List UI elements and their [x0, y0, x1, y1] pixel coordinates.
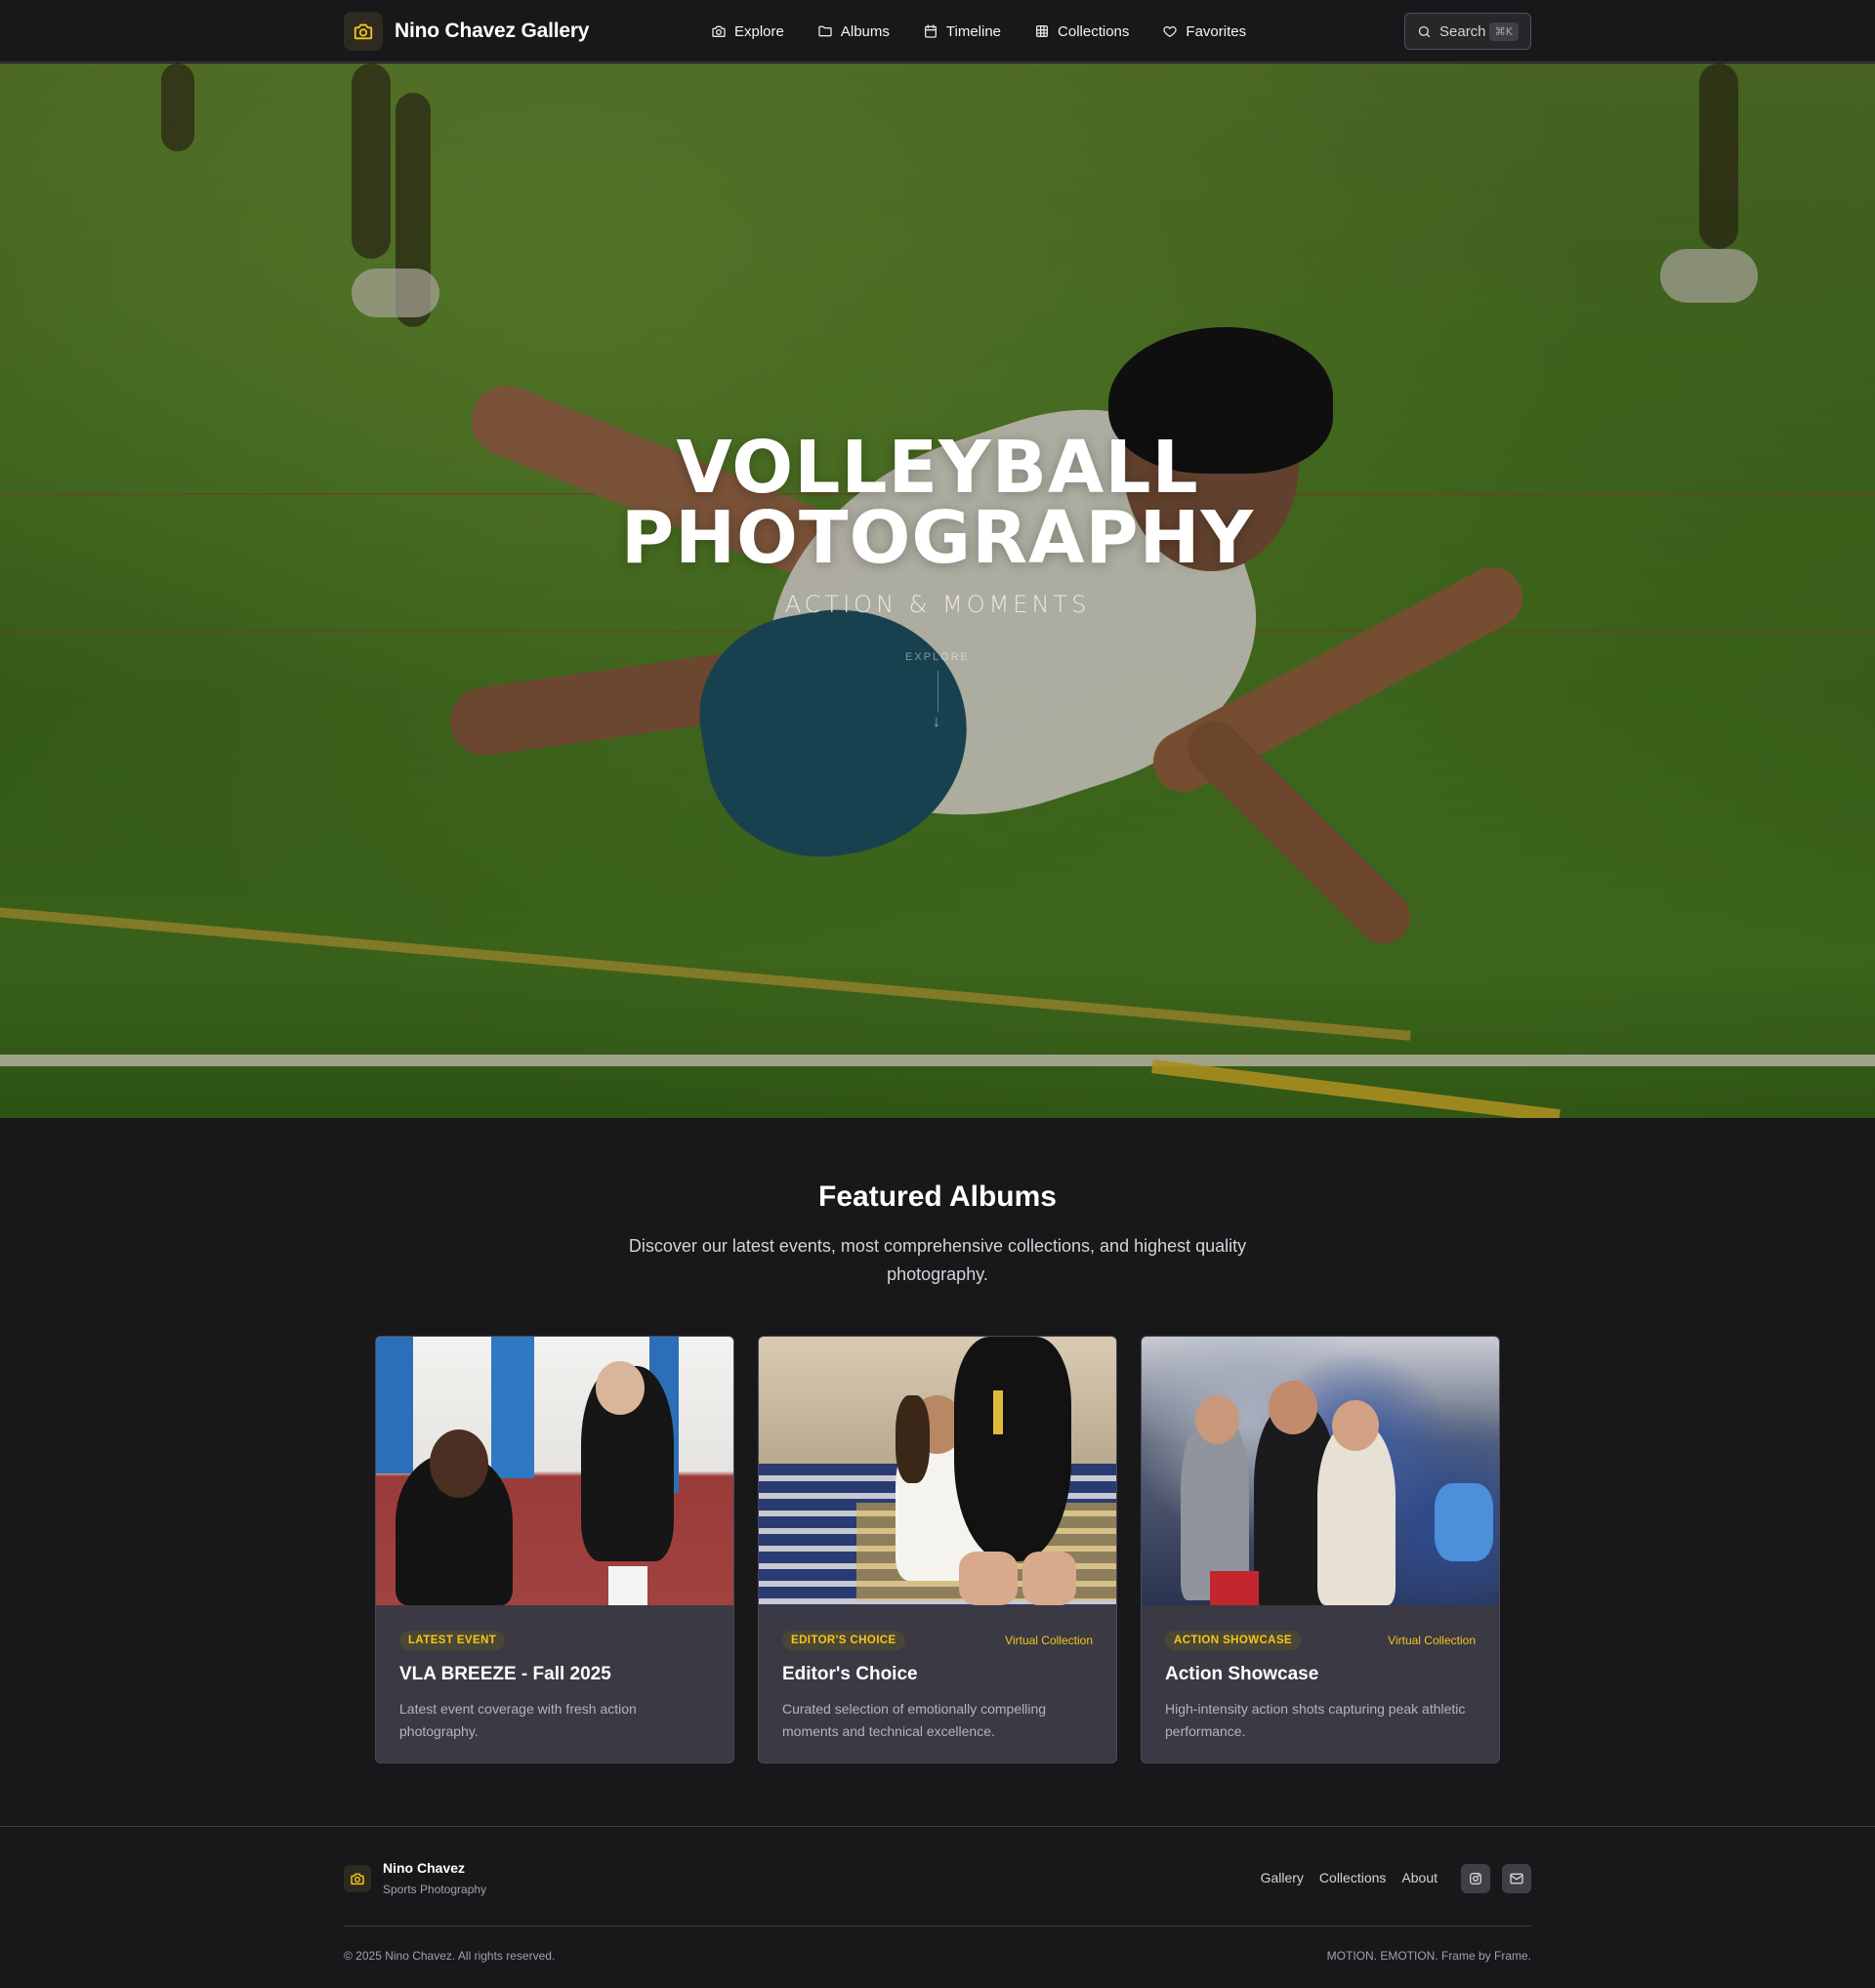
camera-icon — [712, 25, 726, 37]
section-title: Featured Albums — [818, 1180, 1057, 1213]
album-cover-image — [376, 1337, 733, 1605]
nav-collections[interactable]: Collections — [1034, 18, 1129, 45]
album-badge: ACTION SHOWCASE — [1165, 1631, 1301, 1650]
hero-title-line1: VOLLEYBALL — [676, 426, 1199, 510]
main-nav: Explore Albums Timeline Collections Favo… — [711, 18, 1279, 45]
album-cover-image — [759, 1337, 1116, 1605]
virtual-collection-tag: Virtual Collection — [1388, 1634, 1476, 1647]
instagram-button[interactable] — [1461, 1864, 1490, 1893]
album-card[interactable]: EDITOR'S CHOICE Virtual Collection Edito… — [758, 1336, 1117, 1763]
grid-icon — [1036, 25, 1049, 37]
camera-logo-icon — [344, 1864, 371, 1892]
album-card-body: EDITOR'S CHOICE Virtual Collection Edito… — [782, 1630, 1093, 1743]
instagram-icon — [1470, 1873, 1481, 1884]
album-card-body: ACTION SHOWCASE Virtual Collection Actio… — [1165, 1630, 1476, 1743]
folder-icon — [818, 25, 832, 37]
album-card-body: LATEST EVENT VLA BREEZE - Fall 2025 Late… — [399, 1630, 710, 1743]
hero-section: VOLLEYBALL PHOTOGRAPHY ACTION & MOMENTS … — [0, 63, 1875, 1118]
footer-links: Gallery Collections About — [1245, 1870, 1438, 1885]
nav-timeline-label: Timeline — [945, 22, 1002, 40]
album-badge: LATEST EVENT — [399, 1631, 506, 1650]
album-title: Editor's Choice — [782, 1664, 918, 1684]
footer-link-about[interactable]: About — [1401, 1870, 1438, 1885]
nav-favorites-label: Favorites — [1186, 22, 1247, 40]
section-description: Discover our latest events, most compreh… — [628, 1236, 1247, 1284]
scroll-explore-indicator[interactable]: EXPLORE ↓ — [905, 651, 970, 731]
search-icon — [1418, 25, 1431, 37]
nav-timeline[interactable]: Timeline — [923, 18, 1001, 45]
site-footer: Nino Chavez Sports Photography Gallery C… — [0, 1826, 1875, 1988]
explore-label: EXPLORE — [905, 651, 970, 663]
search-shortcut: ⌘K — [1488, 21, 1519, 41]
virtual-collection-tag: Virtual Collection — [1005, 1634, 1093, 1647]
album-cover-image — [1142, 1337, 1499, 1605]
calendar-icon — [924, 24, 937, 38]
mail-icon — [1510, 1873, 1523, 1884]
search-button[interactable]: Search ⌘K — [1404, 13, 1531, 50]
brand-title: Nino Chavez Gallery — [395, 20, 590, 42]
nav-albums[interactable]: Albums — [817, 18, 890, 45]
album-description: Latest event coverage with fresh action … — [399, 1701, 637, 1739]
search-label: Search — [1439, 22, 1486, 40]
email-button[interactable] — [1502, 1864, 1531, 1893]
hero-title-line2: PHOTOGRAPHY — [620, 496, 1255, 580]
footer-name: Nino Chavez — [383, 1860, 466, 1876]
hero-title: VOLLEYBALL PHOTOGRAPHY — [620, 426, 1255, 580]
album-description: High-intensity action shots capturing pe… — [1165, 1701, 1466, 1739]
album-card[interactable]: LATEST EVENT VLA BREEZE - Fall 2025 Late… — [375, 1336, 734, 1763]
footer-motto: MOTION. EMOTION. Frame by Frame. — [1326, 1949, 1531, 1963]
nav-albums-label: Albums — [840, 22, 890, 40]
footer-tagline: Sports Photography — [383, 1883, 487, 1896]
featured-albums-section: Featured Albums Discover our latest even… — [0, 1118, 1875, 1826]
nav-collections-label: Collections — [1058, 22, 1130, 40]
album-card[interactable]: ACTION SHOWCASE Virtual Collection Actio… — [1141, 1336, 1500, 1763]
album-description: Curated selection of emotionally compell… — [782, 1701, 1047, 1739]
footer-brand[interactable]: Nino Chavez Sports Photography — [344, 1860, 486, 1896]
album-badge: EDITOR'S CHOICE — [782, 1631, 905, 1650]
hero-subtitle: ACTION & MOMENTS — [784, 591, 1091, 618]
nav-favorites[interactable]: Favorites — [1162, 18, 1246, 45]
top-navigation: Nino Chavez Gallery Explore Albums Timel… — [0, 0, 1875, 62]
album-card-list: LATEST EVENT VLA BREEZE - Fall 2025 Late… — [375, 1336, 1500, 1763]
hero-content: VOLLEYBALL PHOTOGRAPHY ACTION & MOMENTS … — [0, 63, 1875, 1118]
footer-link-collections[interactable]: Collections — [1319, 1870, 1386, 1885]
copyright: © 2025 Nino Chavez. All rights reserved. — [344, 1949, 556, 1963]
album-title: Action Showcase — [1165, 1664, 1319, 1684]
nav-explore-label: Explore — [734, 22, 784, 40]
album-title: VLA BREEZE - Fall 2025 — [399, 1664, 611, 1684]
camera-logo-icon — [344, 12, 383, 51]
heart-icon — [1163, 25, 1178, 37]
brand-link[interactable]: Nino Chavez Gallery — [344, 12, 589, 51]
arrow-down-icon: ↓ — [933, 714, 942, 730]
footer-link-gallery[interactable]: Gallery — [1261, 1870, 1304, 1885]
nav-explore[interactable]: Explore — [711, 18, 784, 45]
